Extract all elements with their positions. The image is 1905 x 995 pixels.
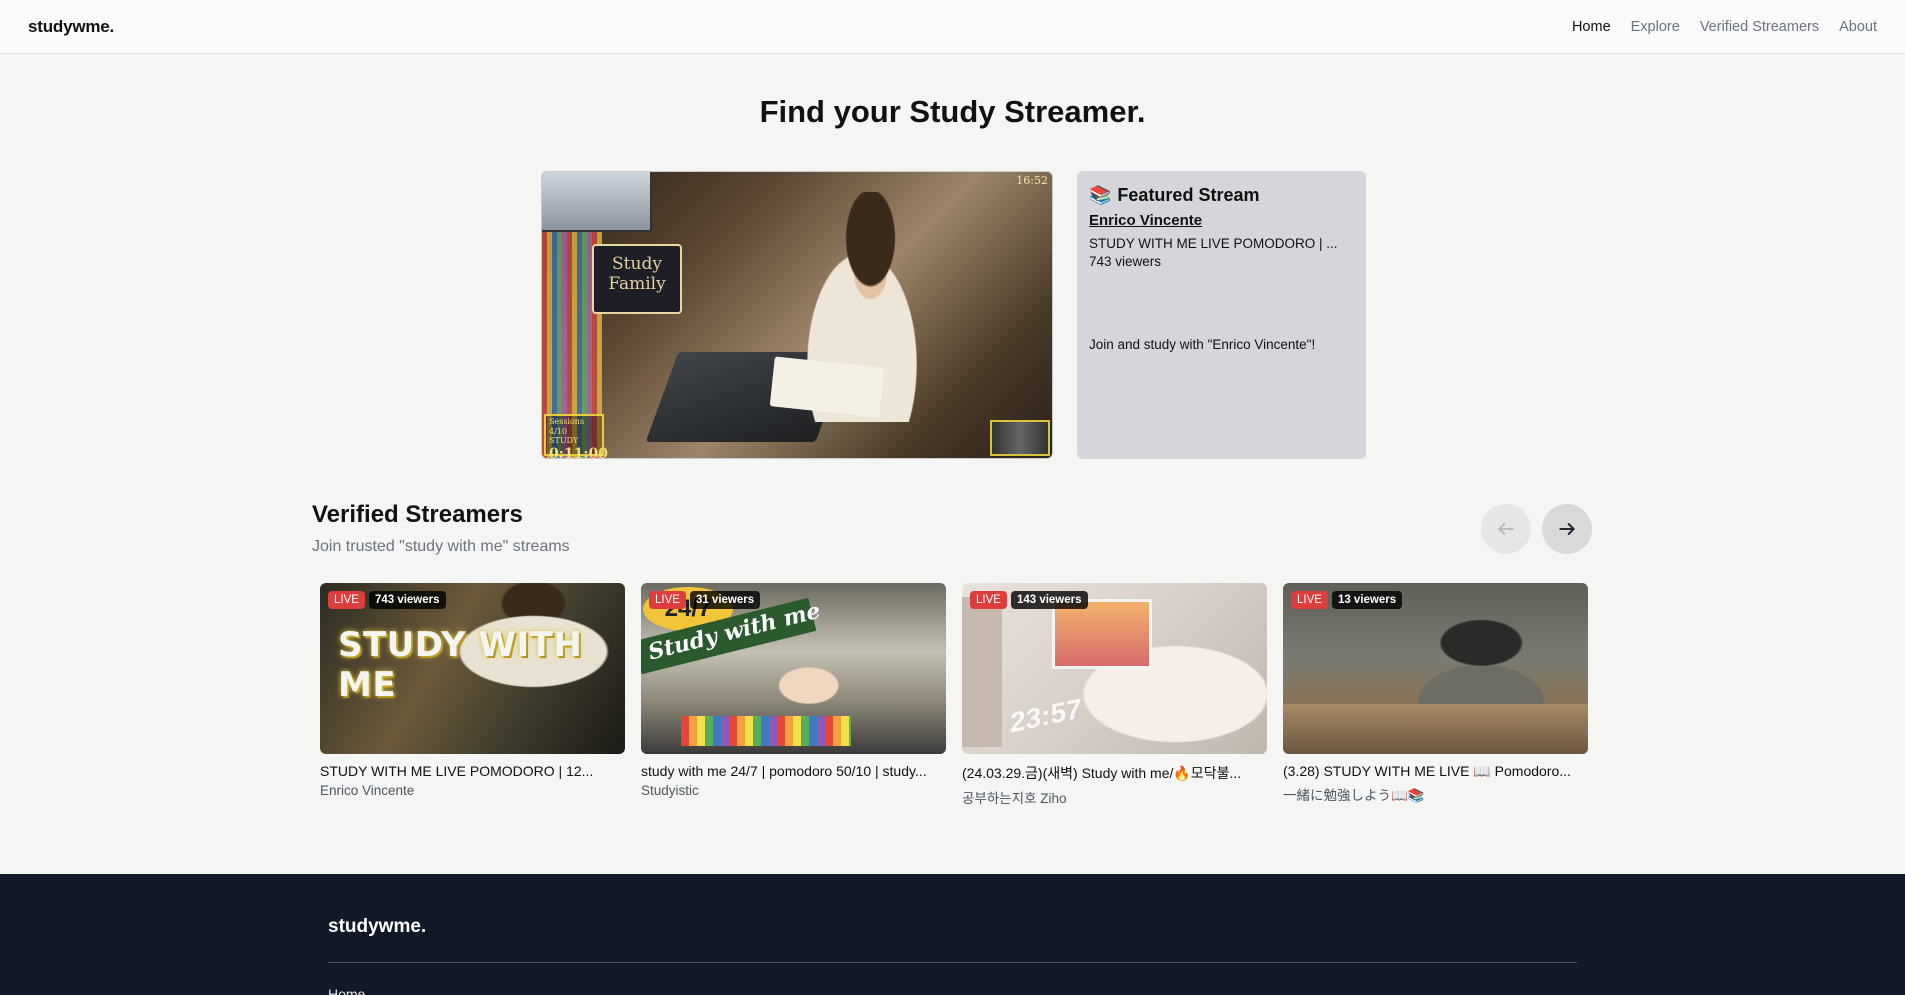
viewer-count-badge: 13 viewers (1331, 591, 1403, 609)
stream-thumbnail[interactable]: STUDY WITH ME LIVE 743 viewers (320, 583, 625, 754)
stream-thumbnail[interactable]: 23:57 LIVE 143 viewers (962, 583, 1267, 754)
thumbnail-badges: LIVE 743 viewers (328, 591, 446, 609)
verified-section-title: Verified Streamers (312, 501, 523, 528)
nav-link-explore[interactable]: Explore (1631, 19, 1680, 35)
thumbnail-overlay-text: 23:57 (1010, 692, 1082, 739)
page-title: Find your Study Streamer. (759, 94, 1146, 129)
thumbnail-window (542, 172, 652, 232)
arrow-left-icon (1498, 523, 1514, 535)
footer-logo[interactable]: studywme. (328, 916, 426, 938)
timer-label: STUDY (549, 436, 579, 446)
thumbnail-desk (1283, 704, 1588, 754)
stream-title[interactable]: STUDY WITH ME LIVE POMODORO | 12... (320, 763, 625, 779)
thumbnail-pomodoro-timer: Sessions 4/10 STUDY 0:11:00 (544, 414, 609, 459)
featured-stream-card: 📚 Featured Stream Enrico Vincente STUDY … (1077, 171, 1366, 459)
viewer-count-badge: 31 viewers (689, 591, 761, 609)
verified-streamers-carousel: STUDY WITH ME LIVE 743 viewers STUDY WIT… (320, 583, 1588, 807)
thumbnail-timer-panel (962, 597, 1002, 747)
stream-channel[interactable]: 一緒に勉強しよう📖📚 (1283, 784, 1588, 804)
books-icon: 📚 (1089, 185, 1112, 205)
footer-link-home[interactable]: Home (328, 986, 365, 995)
featured-join-text: Join and study with "Enrico Vincente"! (1089, 337, 1316, 352)
viewer-count-badge: 743 viewers (368, 591, 446, 609)
thumbnail-badges: LIVE 31 viewers (649, 591, 761, 609)
thumbnail-monitor (1052, 599, 1152, 669)
nav-links: Home Explore Verified Streamers About (1572, 19, 1877, 35)
stream-title[interactable]: study with me 24/7 | pomodoro 50/10 | st… (641, 763, 946, 779)
thumbnail-markers (681, 716, 851, 746)
stream-channel[interactable]: Enrico Vincente (320, 783, 625, 798)
featured-stream-title-text: STUDY WITH ME LIVE POMODORO | ... (1089, 236, 1338, 251)
live-badge: LIVE (649, 591, 686, 609)
timer-value: 0:11:00 (549, 445, 609, 459)
nav-link-verified-streamers[interactable]: Verified Streamers (1700, 19, 1819, 35)
footer-divider (328, 962, 1577, 963)
stream-card[interactable]: LIVE 13 viewers (3.28) STUDY WITH ME LIV… (1283, 583, 1588, 807)
footer: studywme. Home (0, 874, 1905, 995)
live-badge: LIVE (1291, 591, 1328, 609)
live-badge: LIVE (970, 591, 1007, 609)
carousel-next-button[interactable] (1542, 504, 1592, 554)
nav-link-home[interactable]: Home (1572, 19, 1611, 35)
verified-section-subtitle: Join trusted "study with me" streams (312, 538, 570, 555)
featured-video-thumbnail[interactable]: Study Family 16:52 Sessions 4/10 STUDY 0… (541, 171, 1053, 459)
live-badge: LIVE (328, 591, 365, 609)
thumbnail-cam-inset (990, 420, 1050, 456)
stream-card[interactable]: 23:57 LIVE 143 viewers (24.03.29.금)(새벽) … (962, 583, 1267, 807)
top-nav: studywme. Home Explore Verified Streamer… (0, 0, 1905, 54)
stream-thumbnail[interactable]: 24/7 Study with me LIVE 31 viewers (641, 583, 946, 754)
thumbnail-badges: LIVE 143 viewers (970, 591, 1088, 609)
thumbnail-overlay-text: STUDY WITH ME (338, 625, 583, 705)
thumbnail-clock: 16:52 (1016, 174, 1048, 187)
logo[interactable]: studywme. (28, 17, 114, 37)
stream-title[interactable]: (24.03.29.금)(새벽) Study with me/🔥모닥불... (962, 763, 1267, 783)
stream-title[interactable]: (3.28) STUDY WITH ME LIVE 📖 Pomodoro... (1283, 763, 1588, 780)
carousel-prev-button[interactable] (1481, 504, 1531, 554)
stream-thumbnail[interactable]: LIVE 13 viewers (1283, 583, 1588, 754)
viewer-count-badge: 143 viewers (1010, 591, 1088, 609)
stream-channel[interactable]: 공부하는지호 Ziho (962, 787, 1267, 807)
featured-streamer-link[interactable]: Enrico Vincente (1089, 212, 1354, 229)
featured-stream-heading: 📚 Featured Stream (1089, 185, 1354, 206)
thumbnail-badges: LIVE 13 viewers (1291, 591, 1403, 609)
featured-viewers: 743 viewers (1089, 254, 1162, 269)
nav-link-about[interactable]: About (1839, 19, 1877, 35)
stream-card[interactable]: 24/7 Study with me LIVE 31 viewers study… (641, 583, 946, 807)
arrow-right-icon (1559, 523, 1575, 535)
timer-sessions: Sessions 4/10 (549, 417, 585, 436)
featured-stream-title: Featured Stream (1117, 185, 1260, 205)
thumbnail-neon-sign: Study Family (592, 244, 682, 314)
stream-channel[interactable]: Studyistic (641, 783, 946, 798)
stream-card[interactable]: STUDY WITH ME LIVE 743 viewers STUDY WIT… (320, 583, 625, 807)
